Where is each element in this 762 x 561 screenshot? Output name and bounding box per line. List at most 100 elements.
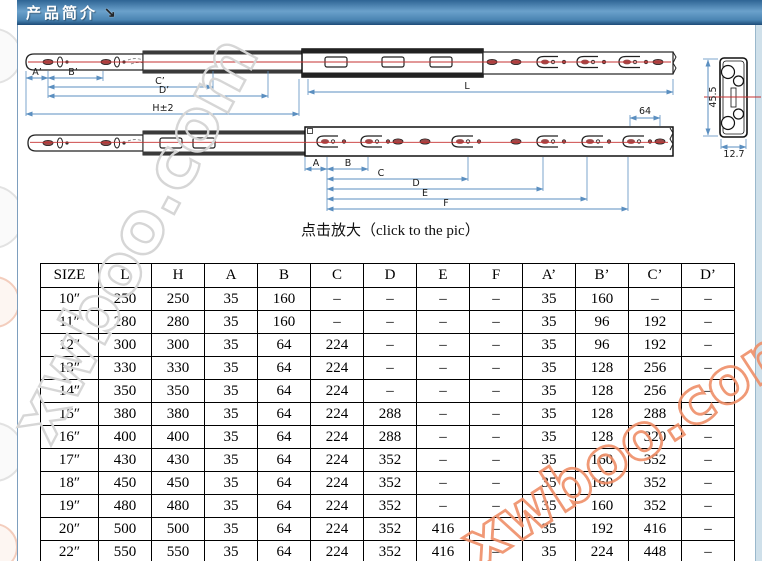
table-cell: 35 — [523, 380, 576, 403]
table-cell: 224 — [311, 334, 364, 357]
column-header: D’ — [682, 264, 735, 288]
column-header: F — [470, 264, 523, 288]
table-cell: – — [470, 311, 523, 334]
table-cell: – — [470, 334, 523, 357]
table-cell: – — [417, 311, 470, 334]
table-cell: – — [470, 357, 523, 380]
column-header: B’ — [576, 264, 629, 288]
table-cell: 35 — [205, 495, 258, 518]
table-cell: 128 — [576, 380, 629, 403]
table-cell: 288 — [629, 403, 682, 426]
table-cell: 35 — [523, 518, 576, 541]
table-cell: 550 — [99, 541, 152, 561]
table-cell: 352 — [364, 495, 417, 518]
table-cell: 64 — [258, 403, 311, 426]
table-cell: 18″ — [41, 472, 99, 495]
table-cell: 35 — [523, 334, 576, 357]
table-cell: 480 — [152, 495, 205, 518]
table-row: 19″4804803564224352––35160352– — [41, 495, 735, 518]
table-cell: – — [364, 357, 417, 380]
dim-label-section-height: 45.5 — [708, 86, 719, 107]
dim-label-d: D — [412, 178, 419, 189]
table-cell: 430 — [99, 449, 152, 472]
top-slide-drawing — [26, 49, 676, 77]
table-cell: 35 — [205, 472, 258, 495]
table-cell: – — [682, 426, 735, 449]
dim-label-hole-pitch: 64 — [639, 106, 651, 117]
page: 产品简介 ↘ — [0, 0, 762, 561]
table-cell: 22″ — [41, 541, 99, 561]
table-cell: – — [470, 403, 523, 426]
scallop-decoration — [0, 422, 17, 482]
table-cell: 15″ — [41, 403, 99, 426]
column-header: B — [258, 264, 311, 288]
table-cell: – — [470, 380, 523, 403]
table-cell: 64 — [258, 472, 311, 495]
table-cell: – — [629, 288, 682, 311]
table-cell: 380 — [99, 403, 152, 426]
table-cell: 192 — [629, 334, 682, 357]
column-header: SIZE — [41, 264, 99, 288]
column-header: H — [152, 264, 205, 288]
table-cell: 450 — [99, 472, 152, 495]
table-cell: 128 — [576, 357, 629, 380]
table-cell: 416 — [417, 541, 470, 561]
bottom-slide-drawing — [28, 127, 673, 156]
table-cell: 35 — [205, 311, 258, 334]
scallop-decoration — [0, 276, 17, 328]
table-cell: 35 — [205, 403, 258, 426]
table-cell: 35 — [523, 403, 576, 426]
table-cell: 192 — [576, 518, 629, 541]
table-row: 13″3303303564224–––35128256– — [41, 357, 735, 380]
table-cell: 160 — [576, 495, 629, 518]
table-cell: 224 — [311, 541, 364, 561]
table-cell: 192 — [629, 311, 682, 334]
table-cell: – — [682, 541, 735, 561]
table-cell: 35 — [205, 380, 258, 403]
table-cell: 280 — [152, 311, 205, 334]
table-cell: 35 — [205, 518, 258, 541]
table-cell: 224 — [311, 380, 364, 403]
table-cell: 320 — [629, 426, 682, 449]
table-cell: 64 — [258, 541, 311, 561]
table-cell: 35 — [205, 426, 258, 449]
table-cell: 160 — [576, 288, 629, 311]
table-cell: – — [417, 472, 470, 495]
table-cell: 224 — [576, 541, 629, 561]
table-cell: – — [470, 288, 523, 311]
table-cell: 430 — [152, 449, 205, 472]
table-cell: 128 — [576, 426, 629, 449]
table-cell: 416 — [629, 518, 682, 541]
table-cell: 64 — [258, 334, 311, 357]
table-cell: 12″ — [41, 334, 99, 357]
table-cell: – — [364, 334, 417, 357]
table-cell: 160 — [258, 311, 311, 334]
size-table: SIZELHABCDEFA’B’C’D’10″25025035160––––35… — [40, 263, 735, 561]
table-cell: 35 — [523, 288, 576, 311]
table-cell: 35 — [523, 357, 576, 380]
table-cell: – — [682, 334, 735, 357]
table-cell: – — [682, 449, 735, 472]
table-cell: 330 — [99, 357, 152, 380]
table-cell: 35 — [523, 449, 576, 472]
table-cell: 35 — [205, 449, 258, 472]
table-cell: 352 — [629, 472, 682, 495]
table-cell: 35 — [205, 334, 258, 357]
table-cell: 35 — [523, 541, 576, 561]
table-cell: 224 — [311, 495, 364, 518]
table-cell: – — [470, 449, 523, 472]
table-cell: – — [364, 380, 417, 403]
table-cell: 250 — [99, 288, 152, 311]
table-row: 22″5505503564224352416–35224448– — [41, 541, 735, 561]
table-cell: 160 — [258, 288, 311, 311]
column-header: C’ — [629, 264, 682, 288]
table-cell: 14″ — [41, 380, 99, 403]
table-cell: 160 — [576, 472, 629, 495]
table-row: 10″25025035160––––35160–– — [41, 288, 735, 311]
table-row: 12″3003003564224–––3596192– — [41, 334, 735, 357]
table-cell: 64 — [258, 357, 311, 380]
table-cell: – — [364, 288, 417, 311]
table-cell: 352 — [629, 495, 682, 518]
column-header: D — [364, 264, 417, 288]
table-cell: 35 — [523, 472, 576, 495]
